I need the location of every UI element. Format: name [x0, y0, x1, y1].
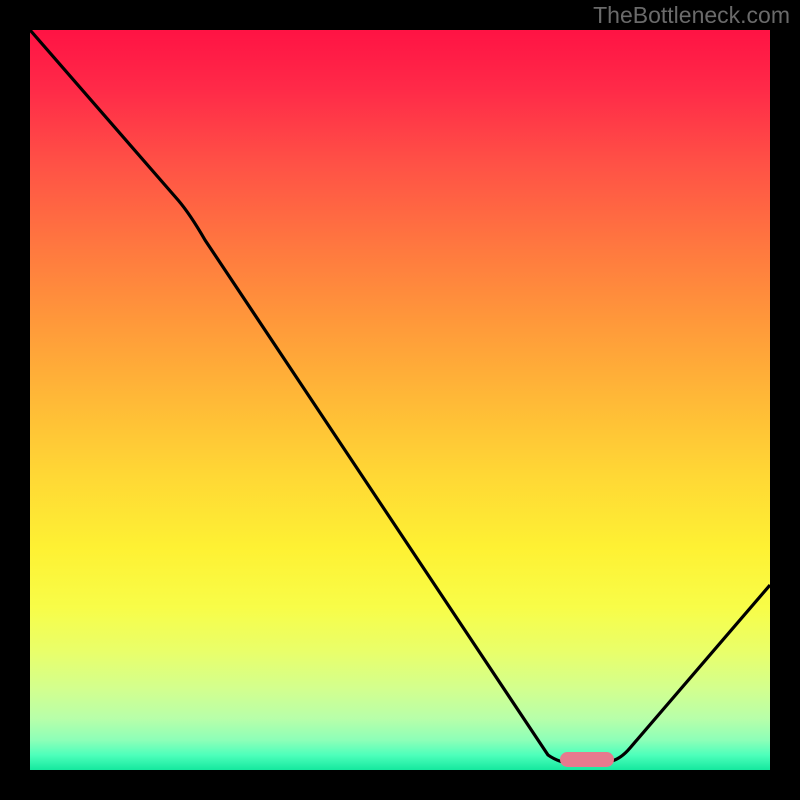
plot-area	[30, 30, 770, 770]
watermark-text: TheBottleneck.com	[593, 2, 790, 29]
bottleneck-curve	[30, 30, 770, 765]
optimal-marker	[560, 752, 614, 767]
curve-layer	[30, 30, 770, 770]
